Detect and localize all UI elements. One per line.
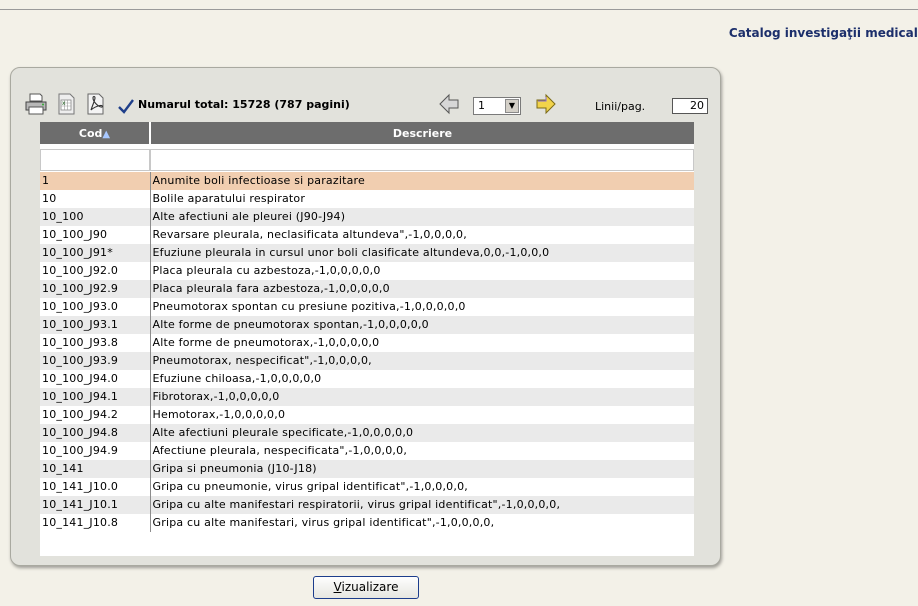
top-divider [0,9,918,10]
table-row[interactable]: 10_141 Gripa si pneumonia (J10-J18) [40,460,694,478]
svg-text:x: x [62,100,66,107]
cell-descriere[interactable]: Alte afectiuni pleurale specificate,-1,0… [150,424,694,442]
table-row[interactable]: 10_100_J94.1 Fibrotorax,-1,0,0,0,0,0 [40,388,694,406]
table-row[interactable]: 10_141_J10.8 Gripa cu alte manifestari, v… [40,514,694,532]
cell-descriere[interactable]: Pneumotorax, nespecificat",-1,0,0,0,0, [150,352,694,370]
next-page-icon[interactable] [534,92,558,116]
table-row[interactable]: 10_141_J10.1 Gripa cu alte manifestari re… [40,496,694,514]
cell-cod[interactable]: 10_100_J93.0 [40,298,151,316]
cell-descriere[interactable]: Alte forme de pneumotorax spontan,-1,0,0… [150,316,694,334]
cell-descriere[interactable]: Hemotorax,-1,0,0,0,0,0 [150,406,694,424]
cell-cod[interactable]: 10_100_J93.9 [40,352,151,370]
table-row[interactable]: 10_100_J94.8 Alte afectiuni pleurale spec… [40,424,694,442]
cell-descriere[interactable]: Fibrotorax,-1,0,0,0,0,0 [150,388,694,406]
table-row[interactable]: 10_100_J94.0 Efuziune chiloasa,-1,0,0,0,0… [40,370,694,388]
cell-cod[interactable]: 10_100_J93.1 [40,316,151,334]
lines-per-page-input[interactable]: 20 [672,98,708,114]
export-pdf-icon[interactable] [83,92,107,116]
filter-cell-descriere [150,144,694,172]
cell-cod[interactable]: 10_100_J94.1 [40,388,151,406]
cell-descriere[interactable]: Pneumotorax spontan cu presiune pozitiva… [150,298,694,316]
sort-ascending-icon[interactable]: ▲ [102,129,110,140]
filter-cell-cod [40,144,150,172]
cell-descriere[interactable]: Afectiune pleurala, nespecificata",-1,0,… [150,442,694,460]
cell-cod[interactable]: 10_100_J94.9 [40,442,151,460]
prev-page-icon[interactable] [437,92,461,116]
chevron-down-icon[interactable]: ▼ [505,99,519,113]
table-row[interactable]: 10_100_J93.8 Alte forme de pneumotorax,-1… [40,334,694,352]
cell-cod[interactable]: 10_141_J10.1 [40,496,151,514]
cell-descriere[interactable]: Revarsare pleurala, neclasificata altund… [150,226,694,244]
cell-descriere[interactable]: Gripa cu alte manifestari, virus gripal … [150,514,694,532]
filter-input-cod[interactable] [40,148,150,171]
cell-cod[interactable]: 10_141_J10.8 [40,514,151,532]
column-header-descriere[interactable]: Descriere [150,122,694,144]
catalog-grid: Cod▲ Descriere 1 Anumite boli infectioase… [40,122,694,556]
cell-cod[interactable]: 10_100_J90 [40,226,151,244]
table-row[interactable]: 10_100_J90 Revarsare pleurala, neclasific… [40,226,694,244]
cell-descriere[interactable]: Bolile aparatului respirator [150,190,694,208]
vizualizare-button-label: izualizare [341,580,399,594]
column-header-cod-label: Cod [78,126,103,140]
table-row[interactable]: 10_100_J93.0 Pneumotorax spontan cu presi… [40,298,694,316]
table-row[interactable]: 10_100_J91* Efuziune pleurala in cursul u… [40,244,694,262]
table-row[interactable]: 10_100_J94.9 Afectiune pleurala, nespecif… [40,442,694,460]
cell-cod[interactable]: 10_100_J91* [40,244,151,262]
table-row[interactable]: 10 Bolile aparatului respirator [40,190,694,208]
cell-descriere[interactable]: Alte afectiuni ale pleurei (J90-J94) [150,208,694,226]
table-row[interactable]: 10_100 Alte afectiuni ale pleurei (J90-J9… [40,208,694,226]
table-row[interactable]: 10_100_J92.9 Placa pleurala fara azbestoz… [40,280,694,298]
cell-cod[interactable]: 10_141_J10.0 [40,478,151,496]
cell-descriere[interactable]: Placa pleurala fara azbestoza,-1,0,0,0,0… [150,280,694,298]
cell-cod[interactable]: 1 [40,172,151,190]
cell-cod[interactable]: 10_100_J93.8 [40,334,151,352]
cell-cod[interactable]: 10_100_J94.2 [40,406,151,424]
cell-descriere[interactable]: Gripa si pneumonia (J10-J18) [150,460,694,478]
cell-descriere[interactable]: Efuziune chiloasa,-1,0,0,0,0,0 [150,370,694,388]
cell-descriere[interactable]: Efuziune pleurala in cursul unor boli cl… [150,244,694,262]
table-row[interactable]: 10_100_J94.2 Hemotorax,-1,0,0,0,0,0 [40,406,694,424]
filter-input-descriere[interactable] [150,148,694,171]
cell-cod[interactable]: 10_100_J92.0 [40,262,151,280]
printer-icon[interactable] [24,92,48,116]
cell-descriere[interactable]: Gripa cu alte manifestari respiratorii, … [150,496,694,514]
table-row[interactable]: 10_100_J93.1 Alte forme de pneumotorax sp… [40,316,694,334]
vizualizare-button[interactable]: Vizualizare [313,576,419,599]
cell-cod[interactable]: 10_100_J92.9 [40,280,151,298]
total-count: Numarul total: 15728 (787 pagini) [138,98,350,111]
cell-descriere[interactable]: Placa pleurala cu azbestoza,-1,0,0,0,0,0 [150,262,694,280]
lines-per-page-label: Linii/pag. [595,100,646,113]
cell-cod[interactable]: 10_141 [40,460,151,478]
table-row[interactable]: 10_141_J10.0 Gripa cu pneumonie, virus gr… [40,478,694,496]
column-header-cod[interactable]: Cod▲ [40,122,151,144]
cell-cod[interactable]: 10_100_J94.8 [40,424,151,442]
export-excel-icon[interactable]: x [54,92,78,116]
page-title: Catalog investigaţii medicale [728,26,918,40]
table-row[interactable]: 10_100_J92.0 Placa pleurala cu azbestoza,… [40,262,694,280]
page-select-value: 1 [478,99,485,112]
table-row[interactable]: 10_100_J93.9 Pneumotorax, nespecificat",-… [40,352,694,370]
table-row[interactable]: 1 Anumite boli infectioase si parazitare [40,172,694,190]
checkmark-icon[interactable] [116,96,140,120]
grid-toolbar: x Numarul total: 15728 (787 pagini) 1 ▼ … [24,92,714,120]
cell-descriere[interactable]: Gripa cu pneumonie, virus gripal identif… [150,478,694,496]
cell-cod[interactable]: 10 [40,190,151,208]
page-select[interactable]: 1 ▼ [473,97,521,115]
cell-cod[interactable]: 10_100 [40,208,151,226]
cell-cod[interactable]: 10_100_J94.0 [40,370,151,388]
cell-descriere[interactable]: Alte forme de pneumotorax,-1,0,0,0,0,0 [150,334,694,352]
cell-descriere[interactable]: Anumite boli infectioase si parazitare [150,172,694,190]
